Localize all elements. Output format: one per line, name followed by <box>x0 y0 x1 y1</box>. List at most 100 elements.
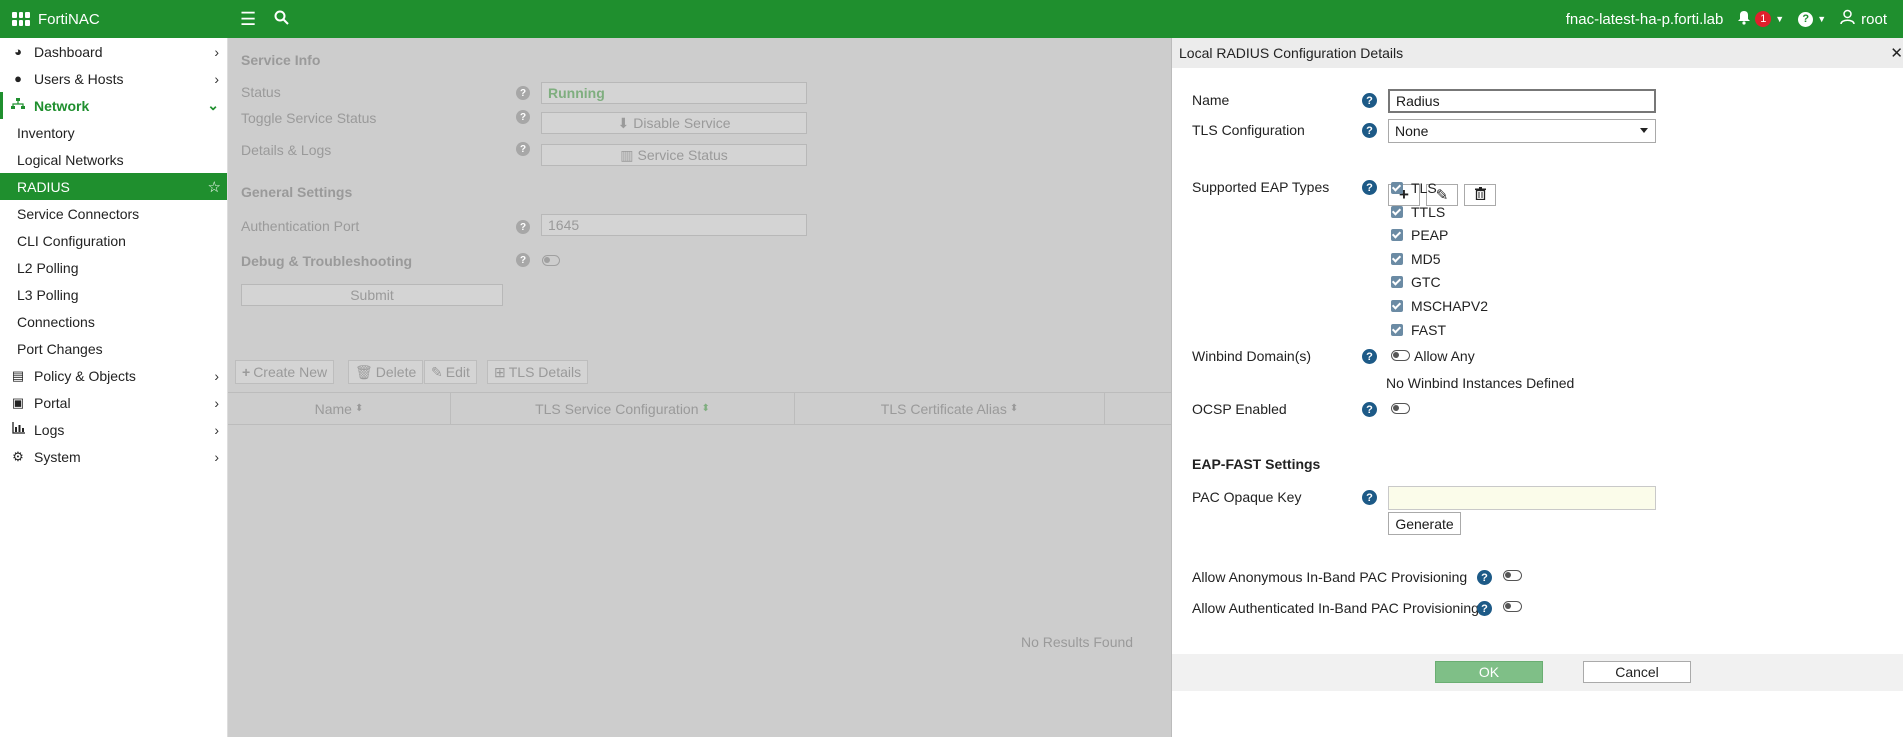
column-header-tls-service[interactable]: TLS Service Configuration ⬍ <box>451 393 795 424</box>
debug-toggle[interactable] <box>542 255 560 266</box>
sidebar-item-connections[interactable]: Connections <box>0 308 227 335</box>
sidebar-item-port-changes[interactable]: Port Changes <box>0 335 227 362</box>
sidebar-item-logical-networks[interactable]: Logical Networks <box>0 146 227 173</box>
close-icon[interactable]: ✕ <box>1890 44 1903 62</box>
cancel-button[interactable]: Cancel <box>1583 661 1691 683</box>
notifications-button[interactable]: 1 ▼ <box>1737 10 1784 29</box>
checkbox[interactable] <box>1391 276 1403 288</box>
button-label: Create New <box>253 364 328 380</box>
help-icon[interactable]: ? <box>1477 601 1492 616</box>
eap-type-fast[interactable]: FAST <box>1391 321 1446 339</box>
help-icon[interactable]: ? <box>516 253 530 267</box>
sort-icon: ⬍ <box>1009 403 1019 414</box>
service-status-button[interactable]: ▥ Service Status <box>541 144 807 166</box>
sidebar-item-label: CLI Configuration <box>17 232 126 249</box>
eap-type-md5[interactable]: MD5 <box>1391 250 1441 268</box>
checkbox[interactable] <box>1391 182 1403 194</box>
checkbox[interactable] <box>1391 253 1403 265</box>
help-icon[interactable]: ? <box>1362 490 1377 505</box>
tls-config-select[interactable]: None <box>1388 119 1656 143</box>
help-icon[interactable]: ? <box>516 86 530 100</box>
hamburger-menu-icon[interactable]: ☰ <box>240 9 256 30</box>
submit-button[interactable]: Submit <box>241 284 503 306</box>
eap-type-tls[interactable]: TLS <box>1391 179 1437 197</box>
sidebar-item-cli-configuration[interactable]: CLI Configuration <box>0 227 227 254</box>
user-name: root <box>1861 10 1887 28</box>
generate-button[interactable]: Generate <box>1388 512 1461 535</box>
brand[interactable]: FortiNAC <box>0 11 228 28</box>
sidebar-item-policy-objects[interactable]: ▤ Policy & Objects › <box>0 362 227 389</box>
pac-key-input[interactable] <box>1388 486 1656 510</box>
sidebar-item-users-hosts[interactable]: ● Users & Hosts › <box>0 65 227 92</box>
create-new-button[interactable]: + Create New <box>235 360 335 384</box>
help-icon[interactable]: ? <box>516 220 530 234</box>
sort-icon: ⬍ <box>354 403 364 414</box>
checkbox-label: FAST <box>1411 322 1447 338</box>
column-header-name[interactable]: Name ⬍ <box>228 393 451 424</box>
help-menu-button[interactable]: ? ▼ <box>1798 11 1826 27</box>
auth-port-input[interactable]: 1645 <box>541 214 807 236</box>
help-icon[interactable]: ? <box>516 110 530 124</box>
auth-pac-toggle[interactable] <box>1503 601 1522 612</box>
service-info-heading: Service Info <box>241 52 321 68</box>
sidebar-item-label: Inventory <box>17 124 75 141</box>
help-icon[interactable]: ? <box>1362 402 1377 417</box>
button-label: Delete <box>375 364 417 380</box>
checkbox-label: MD5 <box>1411 251 1441 267</box>
sidebar-item-l2-polling[interactable]: L2 Polling <box>0 254 227 281</box>
sidebar-item-service-connectors[interactable]: Service Connectors <box>0 200 227 227</box>
allow-any-toggle[interactable] <box>1391 350 1410 361</box>
sidebar-item-inventory[interactable]: Inventory <box>0 119 227 146</box>
checkbox[interactable] <box>1391 324 1403 336</box>
chevron-right-icon: › <box>214 394 219 411</box>
eap-type-mschapv2[interactable]: MSCHAPV2 <box>1391 297 1488 315</box>
network-icon <box>10 98 26 113</box>
checkbox[interactable] <box>1391 206 1403 218</box>
chevron-right-icon: › <box>214 421 219 438</box>
chevron-right-icon: › <box>214 43 219 60</box>
sidebar-item-dashboard[interactable]: ◕ Dashboard › <box>0 38 227 65</box>
help-icon[interactable]: ? <box>1477 570 1492 585</box>
column-header-tls-cert[interactable]: TLS Certificate Alias ⬍ <box>795 393 1105 424</box>
dashboard-icon: ◕ <box>14 44 22 59</box>
help-icon[interactable]: ? <box>1362 180 1377 195</box>
trash-icon <box>1474 186 1486 204</box>
delete-tls-button[interactable] <box>1464 184 1496 206</box>
delete-button[interactable]: 🗑 Delete <box>348 360 424 384</box>
ocsp-toggle[interactable] <box>1391 403 1410 414</box>
star-icon[interactable]: ☆ <box>208 178 221 196</box>
search-icon[interactable] <box>274 9 289 30</box>
sort-icon: ⬍ <box>701 403 710 414</box>
sidebar-item-logs[interactable]: Logs › <box>0 416 227 443</box>
column-label: TLS Certificate Alias <box>880 400 1007 417</box>
help-icon[interactable]: ? <box>516 142 530 156</box>
status-label: Status <box>241 84 281 100</box>
anon-pac-toggle[interactable] <box>1503 570 1522 581</box>
eap-type-peap[interactable]: PEAP <box>1391 226 1448 244</box>
sidebar-item-portal[interactable]: ▣ Portal › <box>0 389 227 416</box>
name-input[interactable]: Radius <box>1388 89 1656 113</box>
sidebar-item-system[interactable]: ⚙ System › <box>0 443 227 470</box>
edit-button[interactable]: ✎ Edit <box>424 360 477 384</box>
table-icon: ⊞ <box>494 363 506 380</box>
sidebar-item-label: System <box>34 448 81 465</box>
bar-chart-icon <box>10 422 26 437</box>
disable-service-button[interactable]: ⬇ Disable Service <box>541 112 807 134</box>
name-label: Name <box>1192 92 1230 108</box>
sidebar-item-network[interactable]: Network ⌄ <box>0 92 227 119</box>
checkbox[interactable] <box>1391 300 1403 312</box>
help-icon[interactable]: ? <box>1362 93 1377 108</box>
checkbox[interactable] <box>1391 229 1403 241</box>
help-icon[interactable]: ? <box>1362 123 1377 138</box>
panel-title: Local RADIUS Configuration Details <box>1179 45 1404 61</box>
sidebar-item-radius[interactable]: RADIUS ☆ <box>0 173 227 200</box>
checkbox-label: TLS <box>1411 180 1437 196</box>
eap-type-ttls[interactable]: TTLS <box>1391 203 1445 221</box>
user-menu-button[interactable]: root <box>1840 9 1887 29</box>
help-icon[interactable]: ? <box>1362 349 1377 364</box>
ok-button[interactable]: OK <box>1435 661 1543 683</box>
tls-details-button[interactable]: ⊞ TLS Details <box>487 360 589 384</box>
eap-type-gtc[interactable]: GTC <box>1391 273 1441 291</box>
status-value: Running <box>541 82 807 104</box>
sidebar-item-l3-polling[interactable]: L3 Polling <box>0 281 227 308</box>
